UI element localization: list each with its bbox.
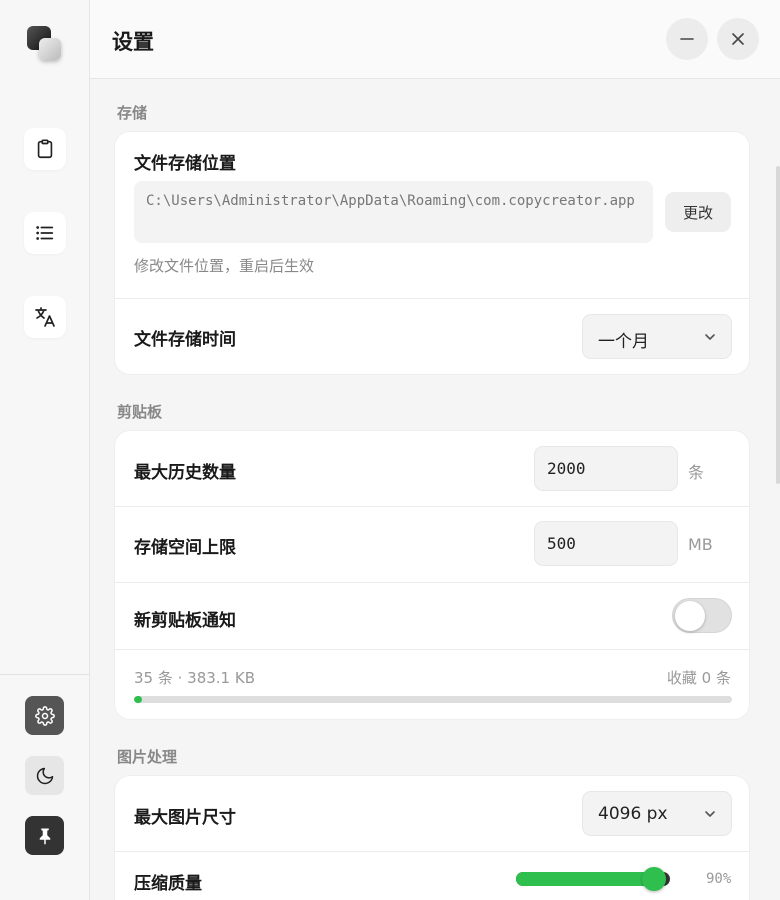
row-divider bbox=[115, 649, 749, 650]
notify-toggle[interactable] bbox=[672, 598, 732, 633]
quality-label: 压缩质量 bbox=[134, 874, 202, 894]
scrollbar[interactable] bbox=[776, 166, 780, 484]
quality-slider-thumb[interactable] bbox=[641, 867, 666, 891]
nav-translate-button[interactable] bbox=[24, 296, 66, 338]
sidebar-divider bbox=[0, 674, 89, 675]
max-image-size-value: 4096 px bbox=[598, 804, 668, 824]
retention-select[interactable]: 一个月 bbox=[582, 314, 732, 359]
space-limit-input[interactable]: 500 bbox=[534, 521, 678, 566]
retention-select-value: 一个月 bbox=[598, 332, 649, 352]
moon-icon bbox=[36, 767, 53, 784]
max-image-size-row: 最大图片尺寸 4096 px bbox=[115, 776, 749, 851]
notify-label: 新剪贴板通知 bbox=[134, 611, 236, 631]
max-history-row: 最大历史数量 2000 条 bbox=[115, 431, 749, 506]
max-history-label: 最大历史数量 bbox=[134, 463, 236, 483]
storage-path-field: C:\Users\Administrator\AppData\Roaming\c… bbox=[134, 181, 653, 243]
space-limit-row: 存储空间上限 500 MB bbox=[115, 507, 749, 582]
image-card: 最大图片尺寸 4096 px 压缩质量 90% bbox=[114, 775, 750, 900]
chevron-down-icon bbox=[705, 334, 715, 340]
max-history-input[interactable]: 2000 bbox=[534, 446, 678, 491]
storage-card: 文件存储位置 C:\Users\Administrator\AppData\Ro… bbox=[114, 131, 750, 375]
list-icon bbox=[36, 226, 54, 240]
settings-button[interactable] bbox=[25, 696, 64, 735]
storage-retention-label: 文件存储时间 bbox=[134, 330, 236, 350]
clipboard-card: 最大历史数量 2000 条 存储空间上限 500 MB 新剪贴板通知 35 条 … bbox=[114, 430, 750, 720]
gear-icon bbox=[34, 705, 55, 726]
chevron-down-icon bbox=[705, 811, 715, 817]
quality-slider-fill bbox=[516, 872, 655, 886]
theme-toggle-button[interactable] bbox=[25, 756, 64, 795]
section-title-image: 图片处理 bbox=[117, 748, 178, 766]
space-limit-label: 存储空间上限 bbox=[134, 538, 236, 558]
pin-window-button[interactable] bbox=[25, 816, 64, 855]
translate-icon bbox=[35, 307, 55, 327]
storage-usage-fill bbox=[134, 696, 142, 703]
max-image-size-label: 最大图片尺寸 bbox=[134, 808, 236, 828]
toggle-knob bbox=[675, 601, 705, 631]
storage-usage-bar bbox=[134, 696, 732, 703]
space-limit-unit: MB bbox=[688, 535, 713, 554]
quality-row: 压缩质量 90% bbox=[115, 852, 749, 900]
minimize-button[interactable] bbox=[666, 18, 708, 60]
section-title-storage: 存储 bbox=[117, 104, 148, 122]
nav-list-button[interactable] bbox=[24, 212, 66, 254]
pin-icon bbox=[39, 828, 50, 844]
sidebar bbox=[0, 0, 90, 900]
max-history-unit: 条 bbox=[688, 463, 705, 482]
nav-clipboard-button[interactable] bbox=[24, 128, 66, 170]
section-title-clipboard: 剪贴板 bbox=[117, 403, 163, 421]
header: 设置 bbox=[90, 0, 780, 79]
storage-retention-row: 文件存储时间 一个月 bbox=[115, 299, 749, 375]
favorites-count: 收藏 0 条 bbox=[666, 669, 731, 687]
change-location-button[interactable]: 更改 bbox=[665, 192, 731, 232]
quality-value: 90% bbox=[706, 871, 732, 887]
close-button[interactable] bbox=[717, 18, 759, 60]
settings-content[interactable]: 存储 文件存储位置 C:\Users\Administrator\AppData… bbox=[90, 80, 780, 900]
page-title: 设置 bbox=[112, 30, 154, 54]
close-icon bbox=[732, 33, 744, 45]
quality-slider[interactable] bbox=[516, 867, 670, 891]
max-image-size-select[interactable]: 4096 px bbox=[582, 791, 732, 836]
clipboard-stats: 35 条 · 383.1 KB bbox=[134, 669, 255, 687]
storage-location-row: 文件存储位置 C:\Users\Administrator\AppData\Ro… bbox=[115, 132, 749, 298]
clipboard-icon bbox=[37, 139, 53, 159]
storage-hint: 修改文件位置，重启后生效 bbox=[134, 257, 315, 275]
notify-row: 新剪贴板通知 bbox=[115, 583, 749, 649]
app-logo bbox=[27, 24, 65, 64]
minimize-icon bbox=[680, 38, 694, 40]
storage-location-label: 文件存储位置 bbox=[134, 154, 236, 174]
